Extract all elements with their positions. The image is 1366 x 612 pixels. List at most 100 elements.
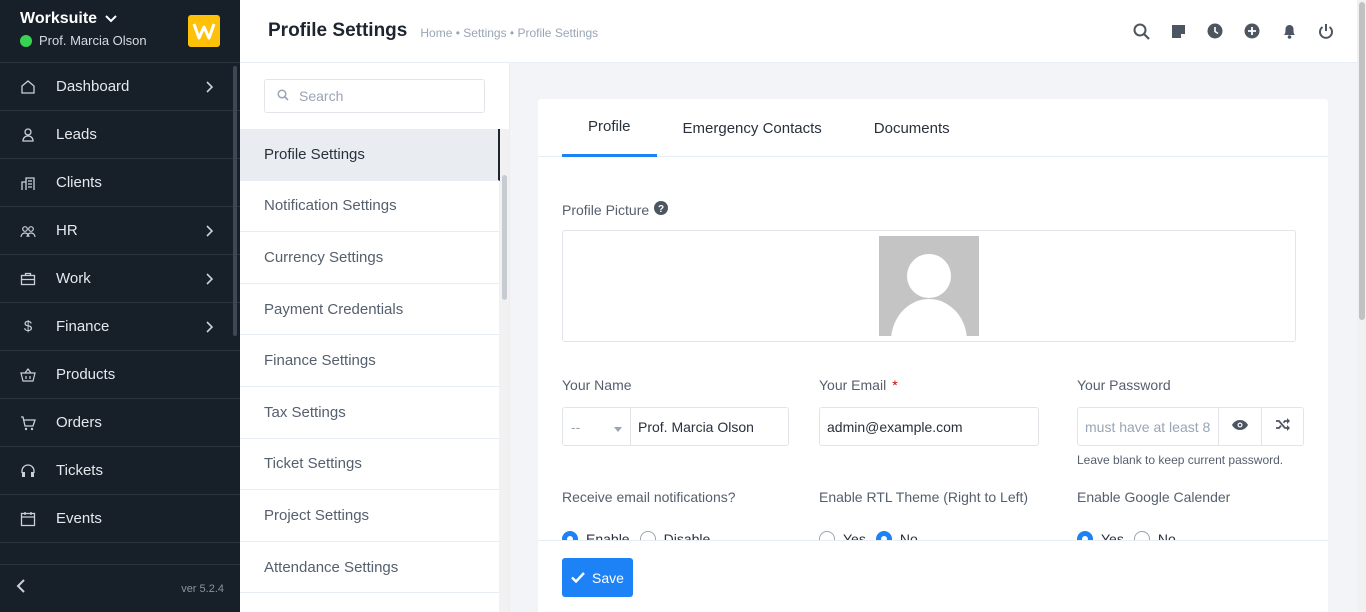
clock-icon[interactable] [1206, 22, 1224, 40]
password-input-group: must have at least 8 [1077, 407, 1304, 446]
settings-menu-scrollbar[interactable] [502, 175, 507, 300]
app: Worksuite Prof. Marcia Olson Dashboard L… [0, 0, 1366, 612]
sidebar-item-label: Leads [56, 126, 97, 143]
salutation-select[interactable]: -- [563, 408, 631, 445]
collapse-sidebar-icon[interactable] [16, 579, 26, 598]
sidebar-item-orders[interactable]: Orders [0, 399, 240, 447]
worksuite-logo-icon[interactable] [188, 15, 220, 47]
header-actions [1132, 22, 1335, 40]
add-circle-icon[interactable] [1243, 22, 1261, 40]
svg-text:?: ? [658, 204, 664, 215]
sidebar-item-label: Finance [56, 318, 110, 335]
page-scrollbar[interactable] [1359, 2, 1365, 320]
profile-picture-upload[interactable] [562, 230, 1296, 342]
settings-search [264, 79, 485, 113]
dollar-icon: $ [23, 318, 33, 335]
sidebar-item-dashboard[interactable]: Dashboard [0, 63, 240, 111]
house-icon [20, 79, 36, 95]
search-icon[interactable] [1132, 22, 1150, 40]
sidebar-scrollbar[interactable] [233, 66, 237, 336]
profile-picture-label: Profile Picture ? [562, 201, 669, 218]
sidebar-item-clients[interactable]: Clients [0, 159, 240, 207]
save-button-label: Save [592, 569, 624, 586]
top-bar: Profile Settings Home • Settings • Profi… [240, 0, 1357, 63]
sidebar-item-leads[interactable]: Leads [0, 111, 240, 159]
settings-item-attendance[interactable]: Attendance Settings [240, 542, 500, 594]
chevron-right-icon [206, 272, 214, 289]
settings-menu: Profile Settings Notification Settings C… [240, 63, 510, 612]
email-input[interactable]: admin@example.com [819, 407, 1039, 446]
settings-item-notification[interactable]: Notification Settings [240, 181, 500, 233]
shuffle-icon [1275, 417, 1290, 436]
sidebar-item-hr[interactable]: HR [0, 207, 240, 255]
brand-name: Worksuite [20, 10, 98, 27]
your-name-label: Your Name [562, 377, 632, 393]
settings-item-payment-credentials[interactable]: Payment Credentials [240, 284, 500, 336]
settings-search-input[interactable] [299, 88, 449, 104]
settings-item-finance[interactable]: Finance Settings [240, 335, 500, 387]
profile-tabs: Profile Emergency Contacts Documents [538, 99, 1328, 157]
settings-item-tax[interactable]: Tax Settings [240, 387, 500, 439]
online-status-icon [20, 34, 32, 47]
sidebar-item-label: Events [56, 510, 102, 527]
settings-menu-list: Profile Settings Notification Settings C… [240, 129, 500, 594]
building-icon [20, 175, 36, 191]
password-input[interactable]: must have at least 8 [1078, 408, 1218, 445]
chevron-right-icon [206, 320, 214, 337]
sidebar-item-label: Products [56, 366, 116, 383]
tab-emergency-contacts[interactable]: Emergency Contacts [657, 99, 848, 157]
app-version: ver 5.2.4 [181, 582, 224, 595]
users-icon [20, 223, 36, 239]
sidebar-item-label: HR [56, 222, 78, 239]
sidebar-item-label: Dashboard [56, 78, 130, 95]
tab-profile[interactable]: Profile [562, 99, 657, 157]
headset-icon [20, 463, 36, 479]
eye-icon [1231, 418, 1249, 436]
chevron-right-icon [206, 80, 214, 97]
save-button[interactable]: Save [562, 558, 633, 597]
settings-item-profile[interactable]: Profile Settings [240, 129, 500, 181]
settings-item-ticket[interactable]: Ticket Settings [240, 439, 500, 491]
email-notifications-label: Receive email notifications? [562, 489, 736, 505]
your-email-label: Your Email * [819, 377, 898, 393]
sidebar-item-finance[interactable]: $ Finance [0, 303, 240, 351]
required-asterisk: * [892, 377, 898, 393]
search-icon [277, 88, 289, 104]
sidebar-item-label: Clients [56, 174, 102, 191]
show-password-button[interactable] [1218, 408, 1260, 445]
settings-item-currency[interactable]: Currency Settings [240, 232, 500, 284]
avatar-placeholder-icon [879, 236, 979, 336]
chevron-right-icon [206, 224, 214, 241]
your-password-label: Your Password [1077, 377, 1171, 393]
google-calendar-label: Enable Google Calender [1077, 489, 1231, 505]
bell-icon[interactable] [1280, 22, 1298, 40]
briefcase-icon [20, 271, 36, 287]
name-input-group: -- Prof. Marcia Olson [562, 407, 789, 446]
sidebar-item-products[interactable]: Products [0, 351, 240, 399]
calendar-icon [20, 511, 36, 527]
salutation-value: -- [571, 418, 581, 435]
page-scroll-track [1357, 0, 1366, 612]
tab-documents[interactable]: Documents [848, 99, 976, 157]
sidebar-header: Worksuite Prof. Marcia Olson [0, 0, 240, 63]
sidebar-item-label: Work [56, 270, 91, 287]
sticky-note-icon[interactable] [1169, 22, 1187, 40]
check-icon [571, 570, 585, 586]
name-input[interactable]: Prof. Marcia Olson [631, 408, 754, 445]
sidebar-item-work[interactable]: Work [0, 255, 240, 303]
sidebar-item-events[interactable]: Events [0, 495, 240, 543]
sidebar-item-label: Orders [56, 414, 102, 431]
settings-item-project[interactable]: Project Settings [240, 490, 500, 542]
power-icon[interactable] [1317, 22, 1335, 40]
caret-down-icon [614, 419, 622, 435]
help-question-icon[interactable]: ? [654, 201, 669, 218]
sidebar-item-tickets[interactable]: Tickets [0, 447, 240, 495]
page-title: Profile Settings [268, 20, 408, 41]
your-email-label-text: Your Email [819, 377, 887, 393]
basket-icon [20, 367, 36, 383]
sidebar: Worksuite Prof. Marcia Olson Dashboard L… [0, 0, 240, 612]
breadcrumb[interactable]: Home • Settings • Profile Settings [420, 26, 598, 40]
user-name: Prof. Marcia Olson [39, 33, 147, 48]
random-password-button[interactable] [1260, 408, 1303, 445]
cart-icon [20, 415, 36, 431]
